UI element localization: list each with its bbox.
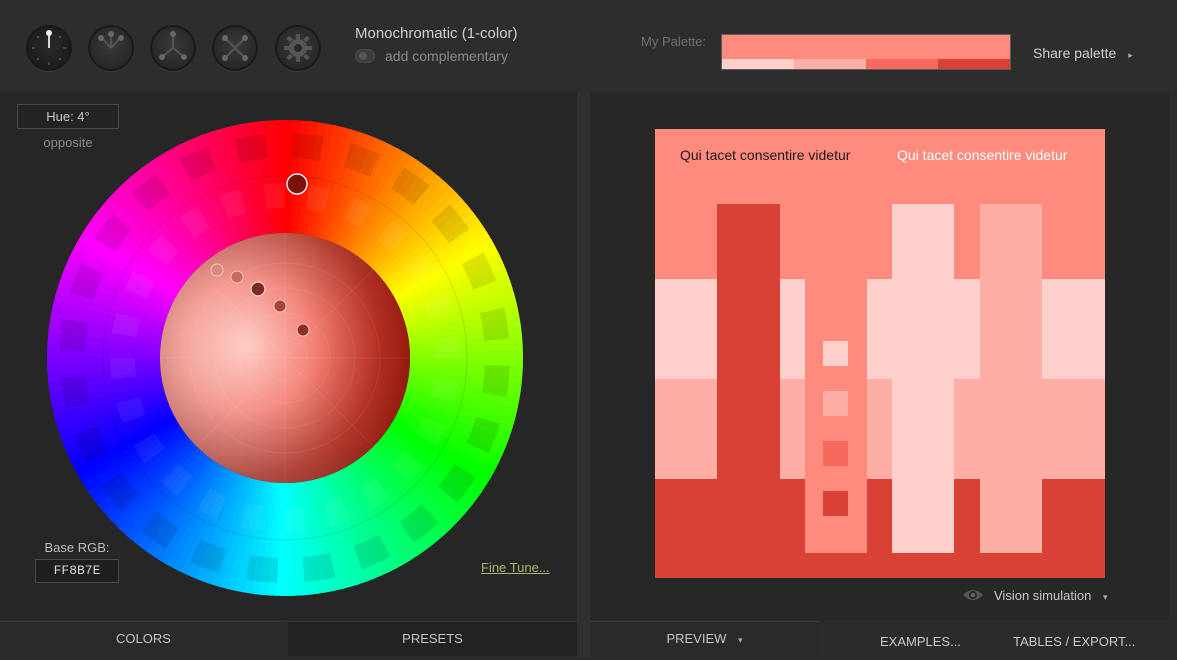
shade-handle-4[interactable] bbox=[296, 323, 310, 337]
triad-scheme-button[interactable] bbox=[150, 25, 196, 71]
shade-handle-1[interactable] bbox=[210, 263, 224, 277]
chevron-down-icon: ▾ bbox=[1102, 592, 1108, 602]
tab-presets[interactable]: PRESETS bbox=[288, 621, 577, 656]
tab-preview-label: PREVIEW bbox=[666, 631, 727, 646]
base-rgb-label: Base RGB: bbox=[44, 540, 110, 555]
preview-square-2 bbox=[823, 391, 848, 416]
triad-scheme-icon bbox=[159, 31, 187, 60]
share-palette-label: Share palette bbox=[1033, 45, 1117, 61]
preview-sample-text-dark: Qui tacet consentire videtur bbox=[680, 147, 851, 163]
palette-main-swatch[interactable] bbox=[722, 35, 1010, 59]
mono-scheme-button[interactable] bbox=[26, 25, 72, 71]
gear-icon bbox=[284, 34, 312, 62]
add-complementary-label[interactable]: add complementary bbox=[385, 48, 508, 64]
chevron-down-icon: ▾ bbox=[738, 635, 743, 645]
tab-examples[interactable]: EXAMPLES... bbox=[880, 625, 980, 660]
base-rgb-input[interactable]: FF8B7E bbox=[35, 559, 119, 583]
color-wheel[interactable] bbox=[47, 120, 523, 596]
preview-square-4 bbox=[823, 491, 848, 516]
hue-handle[interactable] bbox=[286, 173, 308, 195]
tetrad-scheme-icon bbox=[222, 35, 248, 61]
shade-handle-3[interactable] bbox=[273, 299, 287, 313]
palette-swatch-1[interactable] bbox=[722, 59, 794, 69]
tetrad-scheme-button[interactable] bbox=[212, 25, 258, 71]
fine-tune-link[interactable]: Fine Tune... bbox=[481, 560, 550, 575]
palette-strip[interactable] bbox=[721, 34, 1011, 70]
tab-colors[interactable]: COLORS bbox=[0, 621, 287, 656]
shade-handle-base[interactable] bbox=[250, 281, 266, 297]
tab-tables-export[interactable]: TABLES / EXPORT... bbox=[1013, 625, 1143, 660]
vision-simulation-button[interactable]: Vision simulation ▾ bbox=[994, 588, 1107, 603]
eye-icon[interactable] bbox=[962, 587, 984, 603]
palette-label: My Palette: bbox=[641, 34, 707, 49]
panel-divider bbox=[577, 92, 590, 657]
add-complementary-toggle[interactable] bbox=[355, 49, 375, 63]
preview-square-1 bbox=[823, 341, 848, 366]
share-palette-button[interactable]: Share palette ▸ bbox=[1033, 45, 1133, 61]
adjacent-scheme-button[interactable] bbox=[88, 25, 134, 71]
shade-handle-2[interactable] bbox=[230, 270, 244, 284]
palette-swatch-3[interactable] bbox=[866, 59, 938, 69]
adjacent-scheme-icon bbox=[98, 31, 124, 49]
chevron-right-icon: ▸ bbox=[1128, 50, 1133, 60]
palette-swatch-2[interactable] bbox=[794, 59, 866, 69]
scheme-title: Monochromatic (1-color) bbox=[355, 25, 518, 42]
palette-preview: Qui tacet consentire videtur Qui tacet c… bbox=[655, 129, 1105, 578]
preview-sample-text-light: Qui tacet consentire videtur bbox=[897, 147, 1068, 163]
disc-grid bbox=[160, 233, 410, 483]
mono-scheme-icon bbox=[32, 30, 66, 65]
vision-simulation-label: Vision simulation bbox=[994, 588, 1092, 603]
preview-column-3 bbox=[892, 204, 954, 553]
tab-preview[interactable]: PREVIEW ▾ bbox=[590, 621, 819, 656]
preview-column-4 bbox=[980, 204, 1042, 553]
preview-column-1 bbox=[717, 204, 780, 578]
palette-swatch-4[interactable] bbox=[938, 59, 1010, 69]
preview-square-3 bbox=[823, 441, 848, 466]
free-style-scheme-button[interactable] bbox=[275, 25, 321, 71]
